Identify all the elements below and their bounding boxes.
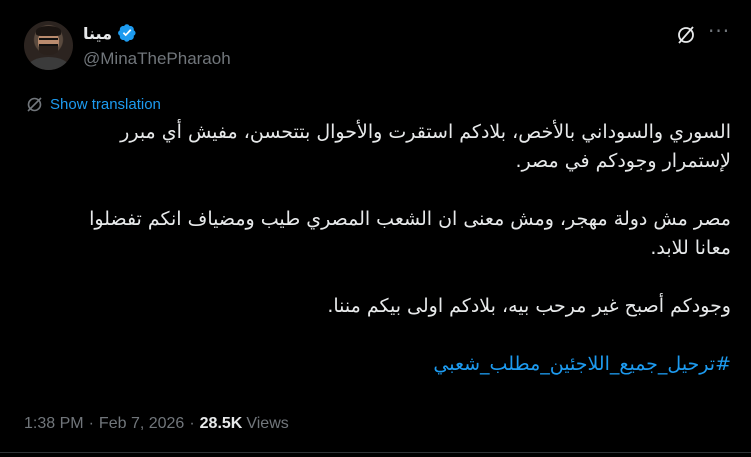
show-translation-button[interactable]: Show translation [26, 95, 161, 113]
views-label[interactable]: Views [246, 415, 288, 433]
avatar[interactable] [24, 21, 73, 70]
avatar-body [28, 57, 69, 70]
views-count[interactable]: 28.5K [200, 415, 243, 433]
verified-badge-icon[interactable] [117, 23, 137, 43]
tweet-line: مصر مش دولة مهجر، ومش معنى ان الشعب المص… [89, 208, 731, 230]
grok-icon[interactable] [676, 25, 696, 45]
tweet-date[interactable]: Feb 7, 2026 [99, 415, 184, 433]
tweet-line: معانا للابد. [650, 237, 731, 259]
tweet-text: السوري والسوداني بالأخص، بلادكم استقرت و… [20, 118, 731, 379]
more-options-icon[interactable]: ··· [708, 21, 732, 44]
hashtag-link[interactable]: #ترحيل_جميع_اللاجئين_مطلب_شعبي [20, 350, 731, 379]
show-translation-label: Show translation [50, 95, 161, 113]
meta-separator: · [189, 415, 195, 432]
translate-icon [27, 96, 42, 112]
tweet-line: السوري والسوداني بالأخص، بلادكم استقرت و… [120, 121, 731, 143]
avatar-hair [36, 26, 61, 36]
avatar-beard [39, 46, 58, 55]
avatar-glasses [39, 38, 58, 46]
tweet-container: مينا @MinaThePharaoh ··· Show translatio… [0, 0, 751, 457]
tweet-meta: 1:38 PM · Feb 7, 2026 · 28.5K Views [24, 414, 289, 434]
tweet-time[interactable]: 1:38 PM [24, 415, 84, 433]
author-name-row[interactable]: مينا [83, 22, 137, 44]
divider [0, 452, 751, 453]
tweet-line: لإستمرار وجودكم في مصر. [515, 150, 731, 172]
display-name[interactable]: مينا [83, 24, 112, 43]
author-handle[interactable]: @MinaThePharaoh [83, 49, 231, 69]
tweet-line: وجودكم أصبح غير مرحب بيه، بلادكم اولى بي… [327, 295, 731, 317]
meta-separator: · [88, 415, 94, 432]
